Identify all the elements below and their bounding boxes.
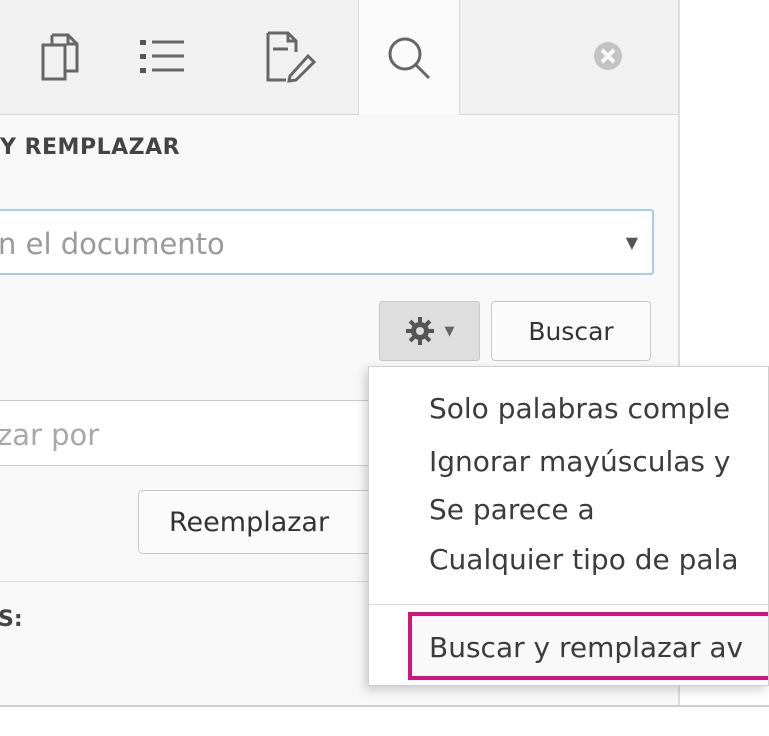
menu-item-advanced-find-replace[interactable]: Buscar y remplazar av <box>408 612 768 680</box>
tab-edit[interactable] <box>240 0 340 114</box>
replace-input[interactable]: zar por <box>0 400 416 466</box>
replace-placeholder: zar por <box>0 418 100 452</box>
pane-tab-bar <box>0 0 678 115</box>
menu-item-all-word-forms[interactable]: Cualquier tipo de pala <box>429 543 739 576</box>
search-icon <box>388 37 431 79</box>
section-title: Y REMPLAZAR <box>0 135 181 160</box>
menu-item-whole-words[interactable]: Solo palabras comple <box>429 392 730 425</box>
divider <box>0 581 380 582</box>
results-label: S: <box>0 607 23 632</box>
tab-search[interactable] <box>358 0 460 115</box>
menu-item-match-case[interactable]: Ignorar mayúsculas y <box>429 445 730 478</box>
menu-separator <box>369 604 768 605</box>
chevron-down-icon: ▼ <box>444 323 455 339</box>
replace-button[interactable]: Reemplazar <box>138 490 378 554</box>
list-icon <box>140 40 184 73</box>
divider <box>0 705 769 707</box>
menu-item-advanced-label: Buscar y remplazar av <box>429 631 744 664</box>
menu-item-sounds-like[interactable]: Se parece a <box>429 493 595 526</box>
gear-icon <box>405 317 434 345</box>
tab-document[interactable] <box>10 0 110 114</box>
tab-outline[interactable] <box>113 0 213 114</box>
search-placeholder: n el documento <box>0 227 225 261</box>
edit-document-icon <box>266 31 316 83</box>
search-options-menu: Solo palabras comple Ignorar mayúsculas … <box>368 366 769 686</box>
dropdown-arrow-icon[interactable]: ▼ <box>626 233 638 252</box>
close-icon[interactable] <box>593 41 623 71</box>
search-options-button[interactable]: ▼ <box>379 301 480 361</box>
find-button[interactable]: Buscar <box>491 301 651 361</box>
search-input[interactable]: n el documento ▼ <box>0 209 654 275</box>
document-icon <box>41 33 79 81</box>
